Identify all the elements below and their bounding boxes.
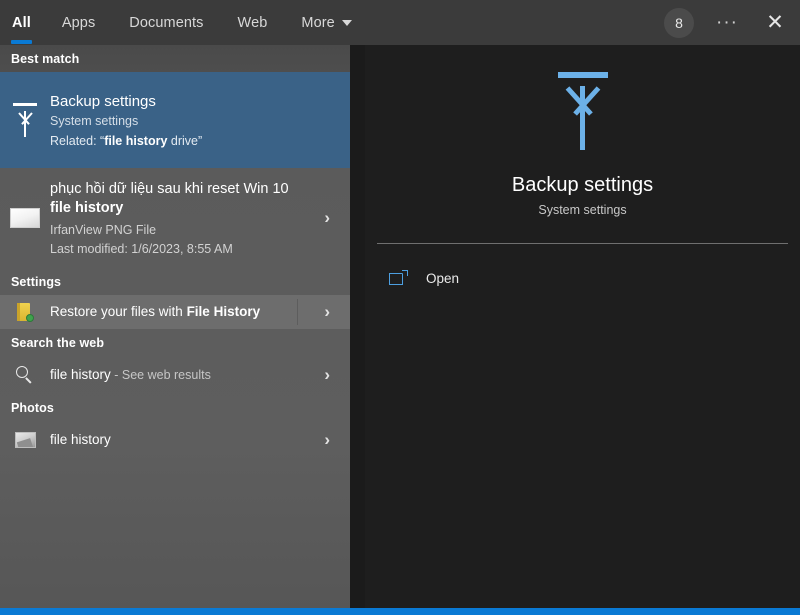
chevron-right-icon[interactable]: › — [324, 365, 330, 385]
avatar-initial: 8 — [675, 14, 683, 31]
file-history-folder-icon — [0, 302, 50, 322]
tab-apps[interactable]: Apps — [45, 0, 112, 45]
settings-result-label: Restore your files with File History — [50, 304, 260, 319]
result-best-match-backup-settings[interactable]: Backup settings System settings Related:… — [0, 72, 350, 168]
best-match-title: Backup settings — [50, 92, 156, 110]
section-header-search-the-web: Search the web — [11, 336, 105, 350]
chevron-right-icon[interactable]: › — [324, 430, 330, 450]
section-header-settings: Settings — [11, 275, 62, 289]
open-external-icon — [389, 270, 408, 286]
file-result-title: phục hồi dữ liệu sau khi reset Win 10 fi… — [50, 180, 310, 218]
result-best-match-text: Backup settings System settings Related:… — [50, 93, 350, 148]
tab-more[interactable]: More — [284, 0, 368, 45]
bottom-accent-bar — [0, 608, 800, 615]
file-result-title-bold: file history — [50, 200, 124, 216]
backup-upload-arrow-icon — [552, 71, 614, 150]
tab-documents[interactable]: Documents — [112, 0, 220, 45]
backup-upload-arrow-icon — [0, 103, 50, 137]
result-settings-restore-file-history[interactable]: Restore your files with File History › — [0, 295, 350, 329]
result-web-text: file history - See web results — [50, 366, 350, 384]
result-photo-file-history[interactable]: file history › — [0, 421, 350, 459]
tab-web[interactable]: Web — [221, 0, 285, 45]
result-photo-text: file history — [50, 431, 350, 449]
photo-result-label: file history — [50, 432, 111, 447]
web-result-suffix: - See web results — [110, 368, 211, 382]
top-bar-controls: 8 ··· ✕ — [664, 0, 800, 45]
search-results-panel: Best match Backup settings System settin… — [0, 45, 350, 615]
file-result-title-normal: phục hồi dữ liệu sau khi reset Win 10 — [50, 181, 289, 197]
filter-tabs: All Apps Documents Web More — [0, 0, 369, 45]
result-settings-text: Restore your files with File History — [50, 303, 350, 321]
best-match-subtitle: System settings — [50, 113, 139, 128]
section-header-photos: Photos — [11, 401, 54, 415]
png-thumbnail-icon — [0, 208, 50, 228]
preview-panel: Backup settings System settings Open — [365, 45, 800, 615]
tab-all[interactable]: All — [0, 0, 45, 45]
close-icon[interactable]: ✕ — [764, 12, 786, 33]
best-match-related-suffix: drive” — [167, 133, 203, 148]
search-icon — [0, 366, 50, 384]
file-result-type: IrfanView PNG File — [50, 223, 157, 237]
result-web-search[interactable]: file history - See web results › — [0, 356, 350, 394]
result-file-text: phục hồi dữ liệu sau khi reset Win 10 fi… — [50, 180, 350, 256]
chevron-down-icon — [341, 19, 352, 26]
avatar[interactable]: 8 — [664, 7, 695, 38]
result-file-png[interactable]: phục hồi dữ liệu sau khi reset Win 10 fi… — [0, 168, 350, 268]
preview-hero: Backup settings System settings — [365, 45, 800, 243]
tab-web-label: Web — [237, 14, 268, 31]
windows-search-window: All Apps Documents Web More 8 ··· ✕ Best… — [0, 0, 800, 615]
web-result-label: file history - See web results — [50, 367, 211, 382]
chevron-right-icon[interactable]: › — [324, 208, 330, 228]
chevron-right-icon[interactable]: › — [324, 302, 330, 322]
tab-all-label: All — [12, 14, 31, 31]
settings-result-label-normal: Restore your files with — [50, 304, 187, 319]
section-header-best-match: Best match — [11, 52, 80, 66]
search-top-bar: All Apps Documents Web More 8 ··· ✕ — [0, 0, 800, 45]
preview-title: Backup settings — [511, 173, 654, 196]
best-match-related: Related: “file history drive” — [50, 134, 310, 148]
best-match-related-bold: file history — [104, 133, 168, 148]
file-result-modified: Last modified: 1/6/2023, 8:55 AM — [50, 242, 233, 256]
preview-action-open-label: Open — [426, 270, 460, 286]
photo-thumbnail-icon — [0, 432, 50, 448]
more-options-icon[interactable]: ··· — [716, 13, 738, 32]
preview-divider — [377, 243, 788, 244]
tab-documents-label: Documents — [129, 14, 204, 31]
settings-row-splitter — [297, 299, 298, 325]
web-result-query: file history — [50, 367, 111, 382]
tab-more-label: More — [301, 14, 335, 31]
settings-result-label-bold: File History — [186, 304, 261, 319]
preview-subtitle: System settings — [538, 202, 627, 217]
tab-apps-label: Apps — [61, 14, 96, 31]
best-match-related-prefix: Related: “ — [50, 133, 105, 148]
preview-action-open[interactable]: Open — [365, 257, 800, 299]
